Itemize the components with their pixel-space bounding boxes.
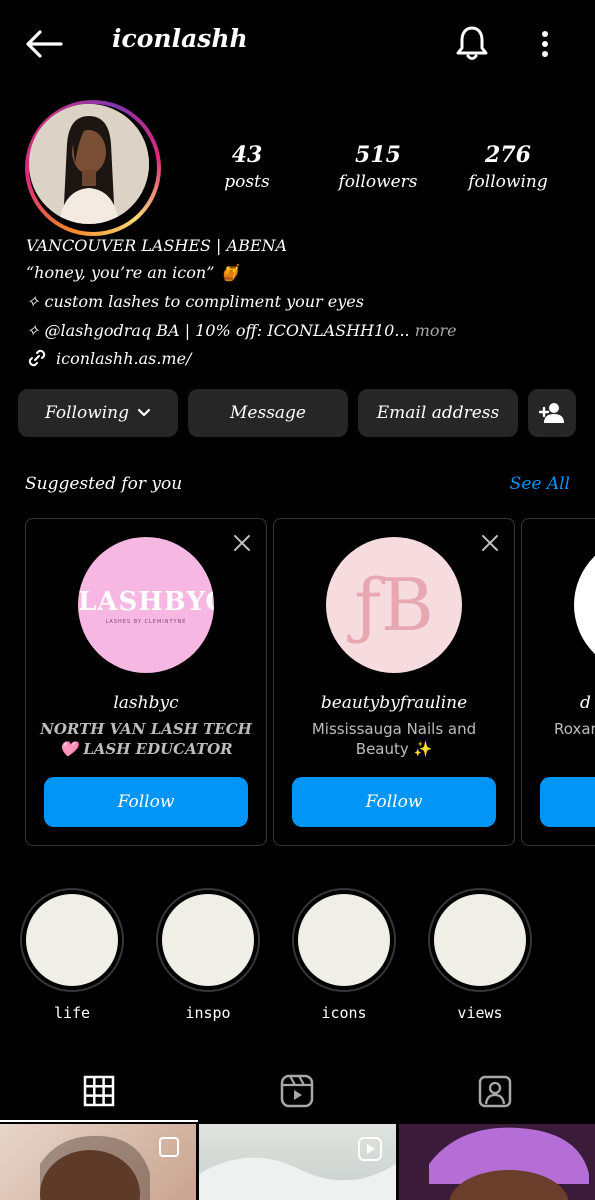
tab-reels[interactable]	[198, 1062, 396, 1120]
suggested-username[interactable]: d	[580, 693, 591, 713]
following-button[interactable]: Following	[18, 389, 178, 437]
lashbyc-logo-subtext: LASHES BY CLEMINTYNE	[105, 619, 187, 625]
suggested-card[interactable]: ƒB beautybyfrauline Mississauga Nails an…	[273, 518, 515, 846]
highlight-cover	[156, 888, 260, 992]
highlight-label: inspo	[185, 1004, 231, 1022]
suggested-description: NORTH VAN LASH TECH 🩷 LASH EDUCATOR	[40, 720, 252, 758]
post-thumbnail[interactable]	[399, 1124, 595, 1200]
posts-stat[interactable]: 43 posts	[192, 142, 302, 192]
see-all-link[interactable]: See All	[510, 474, 570, 494]
post-thumbnail[interactable]	[0, 1124, 196, 1200]
posts-label: posts	[224, 172, 270, 192]
followers-stat[interactable]: 515 followers	[323, 142, 433, 192]
lashbyc-logo-text: LASHBYC	[78, 587, 214, 617]
follow-button[interactable]: Follow	[292, 777, 496, 827]
following-label: following	[468, 172, 548, 192]
back-arrow-icon	[26, 30, 63, 58]
highlight-cover	[20, 888, 124, 992]
following-button-label: Following	[44, 403, 130, 423]
bio-link-row[interactable]: iconlashh.as.me/	[26, 347, 191, 369]
more-options-button[interactable]	[530, 26, 560, 62]
suggested-card[interactable]: d Roxar	[521, 518, 595, 846]
suggested-avatar[interactable]: ƒB	[326, 537, 462, 673]
beautybyfrauline-logo-text: ƒB	[354, 563, 434, 647]
tab-grid[interactable]	[0, 1062, 198, 1122]
bio-line-2: ✧ custom lashes to compliment your eyes	[26, 292, 364, 311]
tab-tagged[interactable]	[396, 1062, 594, 1120]
suggested-username[interactable]: beautybyfrauline	[274, 693, 514, 713]
following-count: 276	[485, 142, 531, 168]
followers-label: followers	[338, 172, 418, 192]
grid-icon	[83, 1075, 115, 1107]
suggested-card[interactable]: LASHBYC LASHES BY CLEMINTYNE lashbyc NOR…	[25, 518, 267, 846]
followers-count: 515	[355, 142, 401, 168]
suggested-avatar[interactable]: LASHBYC LASHES BY CLEMINTYNE	[78, 537, 214, 673]
suggested-description: Mississauga Nails and Beauty ✨	[311, 720, 477, 758]
post-thumbnail[interactable]	[199, 1124, 396, 1200]
message-button-label: Message	[230, 403, 306, 423]
kebab-menu-icon	[542, 31, 548, 57]
profile-username: iconlashh	[112, 24, 248, 53]
highlight-item[interactable]: inspo	[156, 888, 260, 1022]
highlight-item[interactable]: icons	[292, 888, 396, 1022]
bio-name: VANCOUVER LASHES | ABENA	[26, 236, 288, 255]
highlight-label: views	[457, 1004, 503, 1022]
add-person-icon	[538, 403, 564, 423]
notifications-button[interactable]	[452, 22, 492, 64]
close-icon[interactable]	[480, 533, 500, 553]
bio-more-link[interactable]: more	[410, 321, 457, 340]
follow-button[interactable]: Follow	[44, 777, 248, 827]
follow-button[interactable]	[540, 777, 595, 827]
highlight-label: life	[53, 1004, 91, 1022]
highlight-item[interactable]: views	[428, 888, 532, 1022]
close-icon[interactable]	[232, 533, 252, 553]
chevron-down-icon	[137, 408, 151, 417]
tagged-person-icon	[478, 1075, 512, 1108]
posts-count: 43	[231, 142, 263, 168]
following-stat[interactable]: 276 following	[453, 142, 563, 192]
suggested-avatar[interactable]	[574, 537, 595, 673]
highlight-cover	[292, 888, 396, 992]
message-button[interactable]: Message	[188, 389, 348, 437]
highlight-item[interactable]: life	[20, 888, 124, 1022]
bio-line-1: “honey, you’re an icon” 🍯	[26, 263, 240, 282]
carousel-icon	[159, 1137, 179, 1157]
suggest-people-button[interactable]	[528, 389, 576, 437]
email-button[interactable]: Email address	[358, 389, 518, 437]
avatar-photo	[29, 104, 149, 224]
highlight-cover	[428, 888, 532, 992]
profile-avatar[interactable]	[25, 100, 161, 236]
suggested-card-partial-clip: d Roxar	[521, 518, 595, 846]
email-button-label: Email address	[376, 403, 500, 423]
reels-icon	[280, 1074, 314, 1108]
bio-line-3: ✧ @lashgodraq BA | 10% off: ICONLASHH10.…	[26, 321, 457, 340]
suggested-description: Roxar	[554, 720, 595, 738]
bio-link[interactable]: iconlashh.as.me/	[56, 349, 191, 368]
reels-icon	[358, 1137, 382, 1161]
suggested-username[interactable]: lashbyc	[26, 693, 266, 713]
bio-line-3-text[interactable]: ✧ @lashgodraq BA | 10% off: ICONLASHH10.…	[26, 321, 410, 340]
highlight-label: icons	[321, 1004, 367, 1022]
back-button[interactable]	[22, 26, 64, 62]
bell-icon	[456, 26, 488, 60]
link-icon	[28, 349, 46, 367]
suggested-title: Suggested for you	[25, 474, 183, 494]
